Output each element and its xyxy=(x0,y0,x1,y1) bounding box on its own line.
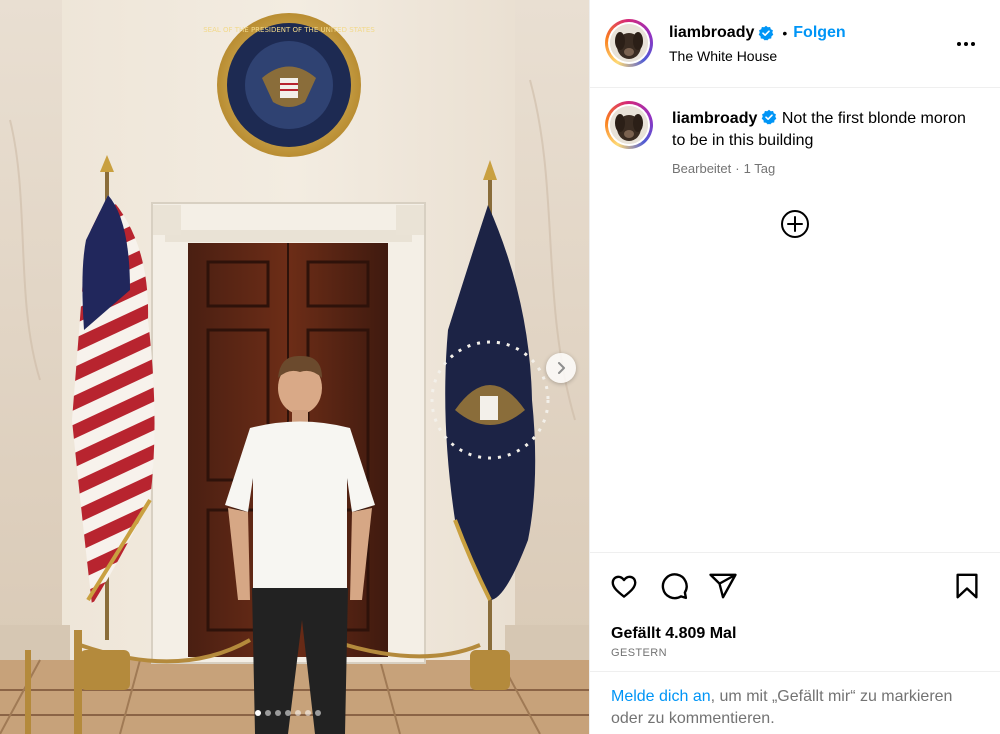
author-username[interactable]: liambroady xyxy=(669,24,754,42)
carousel-dot xyxy=(305,710,311,716)
caption-text: liambroady Not the first blonde moron to… xyxy=(672,108,972,152)
post-location[interactable]: The White House xyxy=(669,48,777,64)
verified-badge-icon xyxy=(759,25,774,41)
photo-scene: SEAL OF THE PRESIDENT OF THE UNITED STAT… xyxy=(0,0,589,734)
like-button[interactable] xyxy=(609,571,639,601)
post-side-panel: liambroady • Folgen The White House liam… xyxy=(589,0,1000,734)
carousel-dot xyxy=(285,710,291,716)
comment-icon xyxy=(661,573,688,600)
share-icon xyxy=(709,573,737,599)
login-link[interactable]: Melde dich an xyxy=(611,688,711,705)
verified-badge-icon xyxy=(762,109,777,125)
caption-username[interactable]: liambroady xyxy=(672,110,757,127)
bookmark-icon xyxy=(956,573,978,599)
carousel-indicator xyxy=(255,710,321,716)
post-date[interactable]: GESTERN xyxy=(611,647,667,659)
edited-label: Bearbeitet xyxy=(672,161,732,176)
heart-icon xyxy=(611,575,637,598)
seal-text: SEAL OF THE PRESIDENT OF THE UNITED STAT… xyxy=(203,26,375,34)
header-separator: • xyxy=(782,25,788,41)
next-slide-button[interactable] xyxy=(546,353,576,383)
share-button[interactable] xyxy=(708,571,738,601)
chevron-right-icon xyxy=(558,362,565,374)
edited-separator: · xyxy=(735,161,740,176)
carousel-dot xyxy=(275,710,281,716)
carousel-dot xyxy=(295,710,301,716)
edited-time[interactable]: 1 Tag xyxy=(744,161,776,176)
post-actions: Gefällt 4.809 Mal GESTERN Melde dich an,… xyxy=(590,552,1000,734)
comment-button[interactable] xyxy=(659,571,689,601)
more-options-button[interactable] xyxy=(954,32,978,56)
author-avatar[interactable] xyxy=(605,19,653,67)
more-options-icon xyxy=(957,42,975,46)
dog-avatar-icon xyxy=(610,24,648,62)
carousel-dot xyxy=(265,710,271,716)
caption-avatar[interactable] xyxy=(605,101,653,149)
post-photo[interactable]: SEAL OF THE PRESIDENT OF THE UNITED STAT… xyxy=(0,0,589,734)
save-button[interactable] xyxy=(952,571,982,601)
plus-circle-icon xyxy=(781,210,809,238)
dog-avatar-icon xyxy=(610,106,648,144)
like-count[interactable]: Gefällt 4.809 Mal xyxy=(611,625,736,643)
login-prompt: Melde dich an, um mit „Gefällt mir“ zu m… xyxy=(590,671,1000,730)
post-header: liambroady • Folgen The White House xyxy=(590,0,1000,88)
carousel-dot xyxy=(255,710,261,716)
follow-button[interactable]: Folgen xyxy=(793,24,845,42)
edited-info: Bearbeitet · 1 Tag xyxy=(672,161,775,176)
carousel-dot xyxy=(315,710,321,716)
add-comment-button[interactable] xyxy=(780,209,810,239)
